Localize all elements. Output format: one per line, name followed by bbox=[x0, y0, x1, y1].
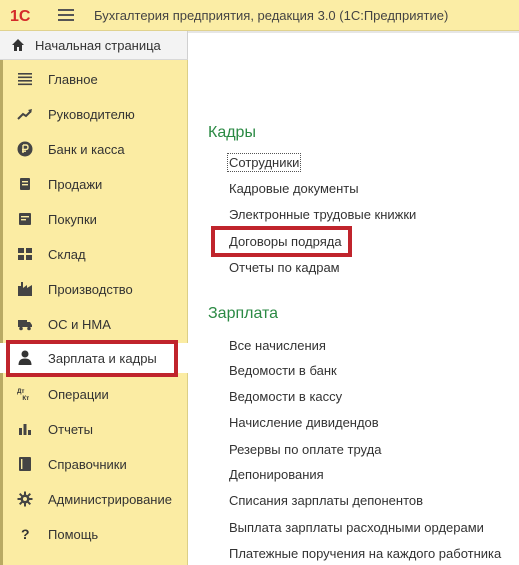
sidebar-item-label: Покупки bbox=[48, 211, 97, 227]
book-icon bbox=[17, 456, 33, 472]
link-depositions[interactable]: Депонирования bbox=[229, 467, 324, 482]
sidebar-item-purchases[interactable]: Покупки bbox=[0, 204, 188, 234]
sidebar-item-operations[interactable]: Дт Кт Операции bbox=[0, 379, 188, 409]
sidebar-item-sales[interactable]: Продажи bbox=[0, 169, 188, 199]
link-all-accruals[interactable]: Все начисления bbox=[229, 338, 326, 353]
link-contracts[interactable]: Договоры подряда bbox=[229, 234, 342, 249]
sidebar-item-reports[interactable]: Отчеты bbox=[0, 414, 188, 444]
main-top-border bbox=[188, 31, 519, 33]
sidebar-item-label: Справочники bbox=[48, 456, 127, 472]
link-reserves[interactable]: Резервы по оплате труда bbox=[229, 442, 381, 457]
link-payment-orders[interactable]: Платежные поручения на каждого работника bbox=[229, 546, 501, 561]
sidebar-item-help[interactable]: ? Помощь bbox=[0, 519, 188, 549]
sidebar-item-label: Продажи bbox=[48, 176, 103, 192]
basket-icon bbox=[17, 211, 33, 227]
sidebar-item-manager[interactable]: Руководителю bbox=[0, 99, 188, 129]
svg-text:1С: 1С bbox=[10, 8, 31, 24]
person-icon bbox=[17, 350, 33, 366]
sidebar-item-directories[interactable]: Справочники bbox=[0, 449, 188, 479]
home-page-label: Начальная страница bbox=[35, 37, 161, 53]
trend-up-icon bbox=[17, 106, 33, 122]
sidebar-item-production[interactable]: Производство bbox=[0, 274, 188, 304]
sidebar-item-label: Руководителю bbox=[48, 106, 135, 122]
1c-logo[interactable]: 1С bbox=[10, 6, 40, 24]
window-title: Бухгалтерия предприятия, редакция 3.0 (1… bbox=[94, 7, 449, 23]
link-dividends[interactable]: Начисление дивидендов bbox=[229, 415, 379, 430]
sidebar-item-label: Банк и касса bbox=[48, 141, 125, 157]
debit-credit-icon: Дт Кт bbox=[17, 386, 33, 402]
link-electronic-work-books[interactable]: Электронные трудовые книжки bbox=[229, 207, 416, 222]
link-employees[interactable]: Сотрудники bbox=[226, 153, 302, 172]
bar-chart-icon bbox=[17, 421, 33, 437]
link-hr-documents[interactable]: Кадровые документы bbox=[229, 181, 359, 196]
sidebar-item-warehouse[interactable]: Склад bbox=[0, 239, 188, 269]
link-depositor-writeoffs[interactable]: Списания зарплаты депонентов bbox=[229, 493, 423, 508]
svg-text:Дт: Дт bbox=[17, 388, 24, 395]
svg-text:?: ? bbox=[21, 526, 30, 542]
svg-text:Кт: Кт bbox=[22, 395, 29, 402]
home-page-tab[interactable]: Начальная страница bbox=[0, 31, 188, 60]
menu-lines-icon bbox=[17, 71, 33, 87]
sidebar-item-label: Производство bbox=[48, 281, 133, 297]
title-bar: 1С Бухгалтерия предприятия, редакция 3.0… bbox=[0, 0, 519, 31]
link-cash-statements[interactable]: Ведомости в кассу bbox=[229, 389, 342, 404]
sidebar-item-label: Отчеты bbox=[48, 421, 93, 437]
cart-icon bbox=[17, 176, 33, 192]
ruble-coin-icon bbox=[17, 141, 33, 157]
sidebar-item-bank[interactable]: Банк и касса bbox=[0, 134, 188, 164]
home-icon bbox=[11, 38, 25, 52]
sidebar-item-label: Главное bbox=[48, 71, 98, 87]
question-icon: ? bbox=[17, 526, 33, 542]
sidebar-item-salary-hr[interactable]: Зарплата и кадры bbox=[0, 343, 188, 373]
warehouse-grid-icon bbox=[17, 246, 33, 262]
section-title-hr: Кадры bbox=[208, 124, 256, 141]
section-title-salary: Зарплата bbox=[208, 305, 279, 322]
sidebar-item-label: ОС и НМА bbox=[48, 316, 111, 332]
link-cash-order-payments[interactable]: Выплата зарплаты расходными ордерами bbox=[229, 520, 484, 535]
sidebar-item-label: Зарплата и кадры bbox=[48, 350, 157, 366]
sidebar-item-label: Помощь bbox=[48, 526, 99, 542]
sidebar-item-fixed-assets[interactable]: ОС и НМА bbox=[0, 309, 188, 339]
link-hr-reports[interactable]: Отчеты по кадрам bbox=[229, 260, 340, 275]
gear-icon bbox=[17, 491, 33, 507]
sidebar-item-label: Операции bbox=[48, 386, 109, 402]
main-content bbox=[188, 31, 519, 565]
link-bank-statements[interactable]: Ведомости в банк bbox=[229, 363, 337, 378]
truck-icon bbox=[17, 316, 33, 332]
sidebar-item-label: Администрирование bbox=[48, 491, 172, 507]
factory-icon bbox=[17, 281, 33, 297]
sidebar-item-label: Склад bbox=[48, 246, 86, 262]
sidebar-item-administration[interactable]: Администрирование bbox=[0, 484, 188, 514]
sidebar-item-main[interactable]: Главное bbox=[0, 64, 188, 94]
main-menu-icon[interactable] bbox=[58, 8, 74, 22]
